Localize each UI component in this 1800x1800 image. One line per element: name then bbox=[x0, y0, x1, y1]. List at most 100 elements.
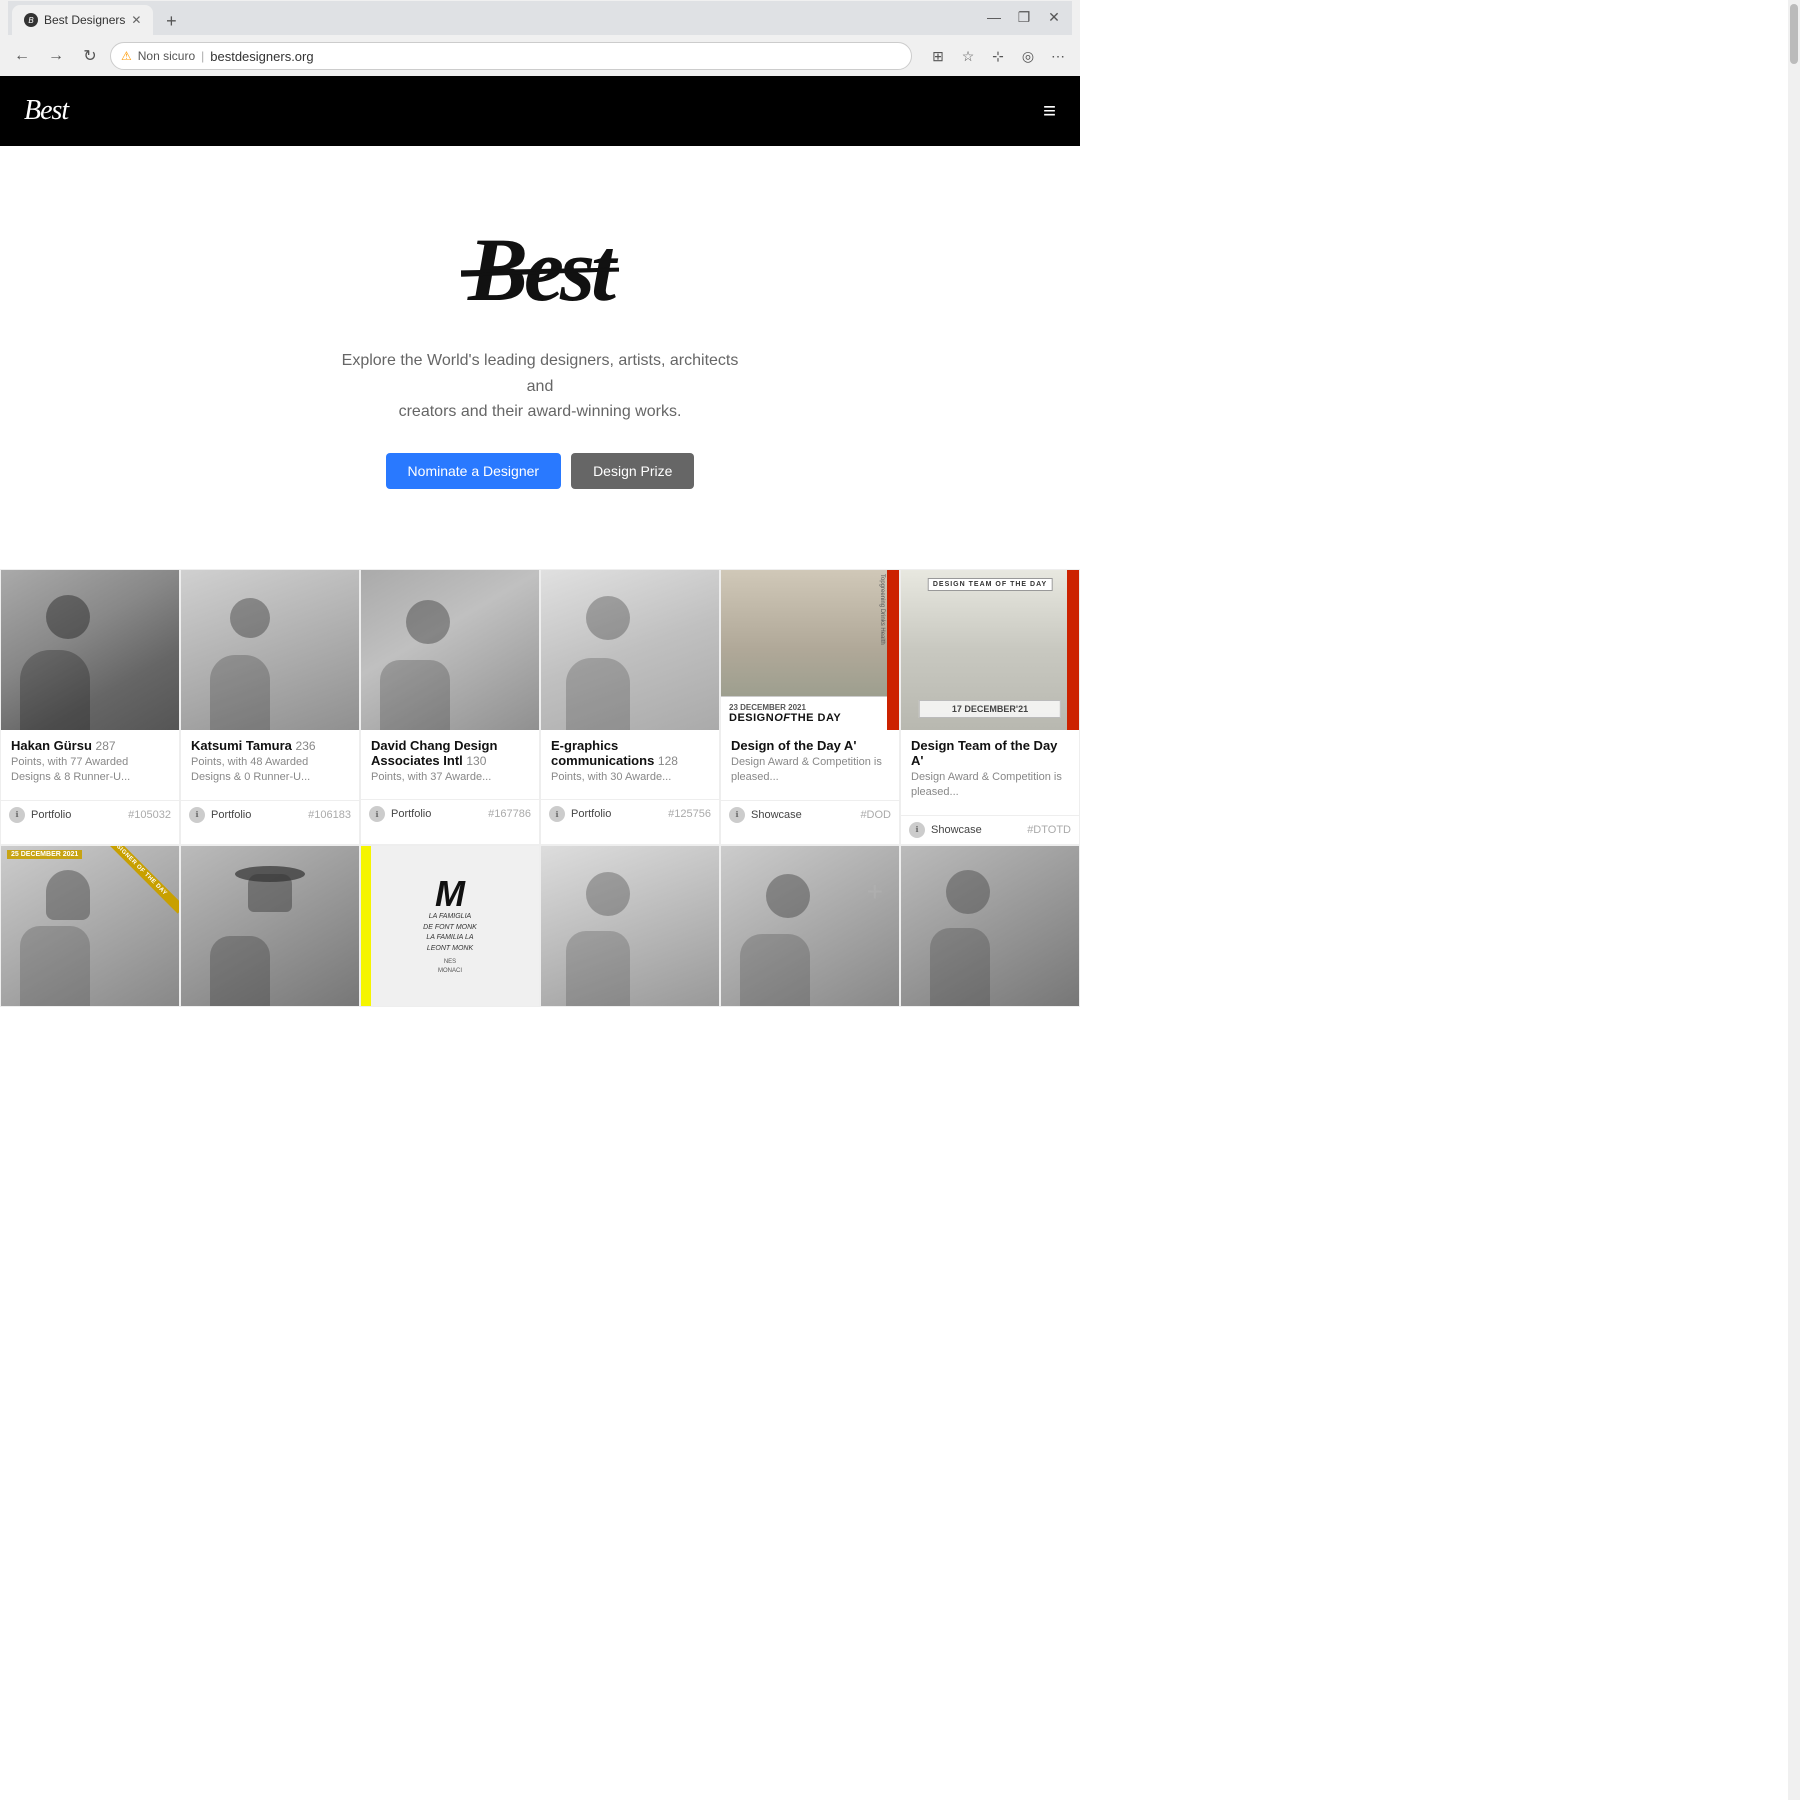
showcase-id: #DOD bbox=[860, 809, 891, 821]
card-body-dod: Design of the Day A' Design Award & Comp… bbox=[721, 730, 899, 800]
card-hakan: Hakan Gürsu 287 Points, with 77 Awarded … bbox=[0, 569, 180, 845]
card-designer-of-day: DESIGNER OF THE DAY 25 DECEMBER 2021 bbox=[0, 845, 180, 1007]
card-footer-david: ℹ Portfolio #167786 bbox=[361, 799, 539, 828]
collections-button[interactable]: ⊹ bbox=[984, 42, 1012, 70]
browser-window: B Best Designers ✕ + — ❐ ✕ ← → ↻ ⚠ Non s… bbox=[0, 0, 1080, 76]
card-person8 bbox=[540, 845, 720, 1007]
hamburger-menu-button[interactable]: ≡ bbox=[1043, 98, 1056, 124]
back-button[interactable]: ← bbox=[8, 42, 36, 70]
card-book: M LA FAMIGLIADE FONT MONKLA FAMILIA LALE… bbox=[360, 845, 540, 1007]
url-separator: | bbox=[201, 49, 204, 63]
designer-id: #105032 bbox=[128, 809, 171, 821]
hero-subtitle: Explore the World's leading designers, a… bbox=[340, 348, 740, 425]
url-bar[interactable]: ⚠ Non sicuro | bestdesigners.org bbox=[110, 42, 912, 70]
tab-title: Best Designers bbox=[44, 13, 125, 27]
hero-logo: Best bbox=[468, 226, 612, 316]
card-footer-dtotd: ℹ Showcase #DTOTD bbox=[901, 815, 1079, 844]
designer-id: #125756 bbox=[668, 808, 711, 820]
designer-points: Points, with 30 Awarde... bbox=[551, 770, 709, 785]
info-icon: ℹ bbox=[549, 806, 565, 822]
browser-toolbar: ⊞ ☆ ⊹ ◎ ⋯ bbox=[924, 42, 1072, 70]
designer-points: Points, with 48 Awarded Designs & 0 Runn… bbox=[191, 755, 349, 786]
browser-titlebar: B Best Designers ✕ + — ❐ ✕ bbox=[0, 0, 1080, 36]
url-text: bestdesigners.org bbox=[210, 49, 313, 64]
portfolio-link[interactable]: Portfolio bbox=[211, 809, 251, 821]
info-icon: ℹ bbox=[189, 807, 205, 823]
showcase-desc: Design Award & Competition is pleased... bbox=[911, 770, 1069, 801]
card-image-book: M LA FAMIGLIADE FONT MONKLA FAMILIA LALE… bbox=[361, 846, 539, 1006]
card-body-egraphics: E-graphics communications 128 Points, wi… bbox=[541, 730, 719, 799]
site-header: Best ≡ bbox=[0, 76, 1080, 146]
restore-button[interactable]: ❐ bbox=[1010, 3, 1038, 31]
card-person9: + bbox=[720, 845, 900, 1007]
close-window-button[interactable]: ✕ bbox=[1040, 3, 1068, 31]
scrollbar-thumb[interactable] bbox=[1790, 4, 1798, 64]
address-bar: ← → ↻ ⚠ Non sicuro | bestdesigners.org ⊞… bbox=[0, 36, 1080, 76]
more-button[interactable]: ⋯ bbox=[1044, 42, 1072, 70]
card-dtotd: DESIGN TEAM OF THE DAY 17 DECEMBER'21 De… bbox=[900, 569, 1080, 845]
designer-points: Points, with 77 Awarded Designs & 8 Runn… bbox=[11, 755, 169, 786]
info-icon: ℹ bbox=[9, 807, 25, 823]
card-image-person10 bbox=[901, 846, 1079, 1006]
designer-name: Hakan Gürsu 287 bbox=[11, 738, 169, 753]
security-warning-icon: ⚠ bbox=[121, 49, 132, 63]
designer-points: Points, with 37 Awarde... bbox=[371, 770, 529, 785]
designer-name: David Chang Design Associates Intl 130 bbox=[371, 738, 529, 768]
showcase-desc: Design Award & Competition is pleased... bbox=[731, 755, 889, 786]
portfolio-link[interactable]: Portfolio bbox=[31, 809, 71, 821]
browser-tab-active[interactable]: B Best Designers ✕ bbox=[12, 5, 153, 35]
card-footer-dod: ℹ Showcase #DOD bbox=[721, 800, 899, 829]
designer-name: Katsumi Tamura 236 bbox=[191, 738, 349, 753]
card-footer-katsumi: ℹ Portfolio #106183 bbox=[181, 800, 359, 829]
card-egraphics: E-graphics communications 128 Points, wi… bbox=[540, 569, 720, 845]
tab-close-button[interactable]: ✕ bbox=[131, 13, 141, 27]
card-body-david: David Chang Design Associates Intl 130 P… bbox=[361, 730, 539, 799]
showcase-name: Design of the Day A' bbox=[731, 738, 889, 753]
new-tab-button[interactable]: + bbox=[157, 7, 185, 35]
showcase-id: #DTOTD bbox=[1027, 824, 1071, 836]
card-person6 bbox=[180, 845, 360, 1007]
refresh-button[interactable]: ↻ bbox=[76, 42, 104, 70]
card-body-katsumi: Katsumi Tamura 236 Points, with 48 Award… bbox=[181, 730, 359, 800]
showcase-name: Design Team of the Day A' bbox=[911, 738, 1069, 768]
portfolio-link[interactable]: Portfolio bbox=[391, 808, 431, 820]
card-body-dtotd: Design Team of the Day A' Design Award &… bbox=[901, 730, 1079, 815]
cards-row-1: Hakan Gürsu 287 Points, with 77 Awarded … bbox=[0, 569, 1080, 845]
info-icon: ℹ bbox=[369, 806, 385, 822]
site-logo[interactable]: Best bbox=[24, 95, 68, 127]
card-image-david bbox=[361, 570, 539, 730]
scrollbar[interactable] bbox=[1788, 0, 1800, 1800]
info-icon: ℹ bbox=[729, 807, 745, 823]
portfolio-link[interactable]: Portfolio bbox=[571, 808, 611, 820]
extensions-button[interactable]: ⊞ bbox=[924, 42, 952, 70]
card-image-person6 bbox=[181, 846, 359, 1006]
forward-button[interactable]: → bbox=[42, 42, 70, 70]
card-body-hakan: Hakan Gürsu 287 Points, with 77 Awarded … bbox=[1, 730, 179, 800]
minimize-button[interactable]: — bbox=[980, 3, 1008, 31]
designer-id: #106183 bbox=[308, 809, 351, 821]
card-david: David Chang Design Associates Intl 130 P… bbox=[360, 569, 540, 845]
copilot-button[interactable]: ◎ bbox=[1014, 42, 1042, 70]
designer-name: E-graphics communications 128 bbox=[551, 738, 709, 768]
hero-buttons: Nominate a Designer Design Prize bbox=[386, 453, 695, 489]
card-image-person9: + bbox=[721, 846, 899, 1006]
card-image-designer-of-day: DESIGNER OF THE DAY 25 DECEMBER 2021 bbox=[1, 846, 179, 1006]
card-image-hakan bbox=[1, 570, 179, 730]
design-prize-button[interactable]: Design Prize bbox=[571, 453, 694, 489]
card-dod: 23 DECEMBER 2021 DESIGNOFTHE DAY Topgree… bbox=[720, 569, 900, 845]
card-person10 bbox=[900, 845, 1080, 1007]
favorites-button[interactable]: ☆ bbox=[954, 42, 982, 70]
card-image-katsumi bbox=[181, 570, 359, 730]
info-icon: ℹ bbox=[909, 822, 925, 838]
nominate-designer-button[interactable]: Nominate a Designer bbox=[386, 453, 562, 489]
hero-section: Best Explore the World's leading designe… bbox=[0, 146, 1080, 549]
cards-row-2: DESIGNER OF THE DAY 25 DECEMBER 2021 M L… bbox=[0, 845, 1080, 1007]
designers-grid: Hakan Gürsu 287 Points, with 77 Awarded … bbox=[0, 549, 1080, 1027]
tab-favicon: B bbox=[24, 13, 38, 27]
showcase-link[interactable]: Showcase bbox=[751, 809, 802, 821]
card-image-dtotd: DESIGN TEAM OF THE DAY 17 DECEMBER'21 bbox=[901, 570, 1079, 730]
card-katsumi: Katsumi Tamura 236 Points, with 48 Award… bbox=[180, 569, 360, 845]
designer-id: #167786 bbox=[488, 808, 531, 820]
card-footer-hakan: ℹ Portfolio #105032 bbox=[1, 800, 179, 829]
showcase-link[interactable]: Showcase bbox=[931, 824, 982, 836]
